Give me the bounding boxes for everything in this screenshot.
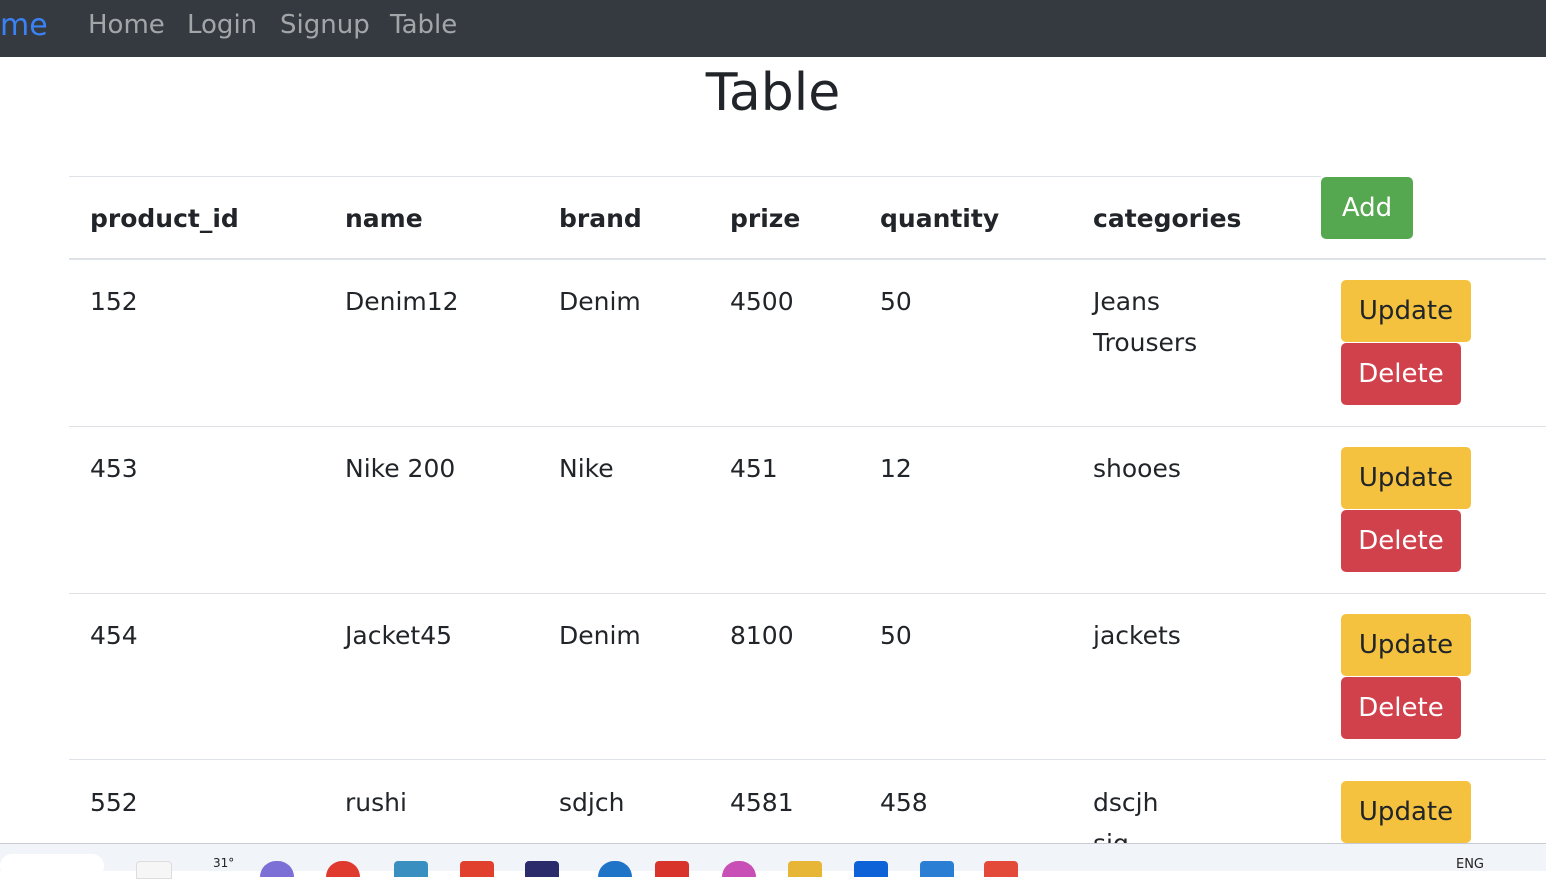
cell-product-id: 552 xyxy=(90,788,138,817)
cell-name: Jacket45 xyxy=(345,621,453,650)
nav-link-home[interactable]: Home xyxy=(88,8,165,42)
cell-brand: Denim xyxy=(559,287,641,316)
cell-quantity: 50 xyxy=(880,621,912,650)
cell-name: rushi xyxy=(345,788,407,817)
cell-category: Jeans xyxy=(1093,287,1160,316)
cell-prize: 4500 xyxy=(730,287,794,316)
table-header-border xyxy=(69,258,1546,260)
nav-link-login[interactable]: Login xyxy=(187,8,257,42)
update-button[interactable]: Update xyxy=(1341,781,1471,843)
cell-quantity: 50 xyxy=(880,287,912,316)
cell-name: Denim12 xyxy=(345,287,459,316)
chat-icon[interactable] xyxy=(326,861,360,877)
delete-button[interactable]: Delete xyxy=(1341,343,1461,405)
delete-button[interactable]: Delete xyxy=(1341,677,1461,739)
taskbar-search-icon[interactable] xyxy=(0,854,104,878)
weather-temperature[interactable]: 31° xyxy=(213,856,234,870)
paint-icon[interactable] xyxy=(854,861,888,877)
security-icon[interactable] xyxy=(598,861,632,877)
store-icon[interactable] xyxy=(525,861,559,877)
row-divider xyxy=(69,759,1546,760)
chrome-profile-icon[interactable] xyxy=(788,861,822,877)
update-button[interactable]: Update xyxy=(1341,447,1471,509)
column-header-brand: brand xyxy=(559,204,642,233)
cell-name: Nike 200 xyxy=(345,454,456,483)
mail-icon[interactable] xyxy=(984,861,1018,877)
search-icon[interactable] xyxy=(260,861,294,877)
cell-product-id: 454 xyxy=(90,621,138,650)
nav-link-signup[interactable]: Signup xyxy=(280,8,370,42)
cell-brand: sdjch xyxy=(559,788,625,817)
cell-brand: Denim xyxy=(559,621,641,650)
delete-button[interactable]: Delete xyxy=(1341,510,1461,572)
folder-icon[interactable] xyxy=(920,861,954,877)
add-button[interactable]: Add xyxy=(1321,177,1413,239)
page-title: Table xyxy=(705,63,841,123)
cell-prize: 451 xyxy=(730,454,778,483)
navbar-brand[interactable]: me xyxy=(0,6,48,46)
column-header-name: name xyxy=(345,204,423,233)
column-header-product-id: product_id xyxy=(90,204,239,233)
cell-quantity: 12 xyxy=(880,454,912,483)
cell-quantity: 458 xyxy=(880,788,928,817)
chrome-icon[interactable] xyxy=(394,861,428,877)
column-header-quantity: quantity xyxy=(880,204,1000,233)
row-divider xyxy=(69,426,1546,427)
cell-prize: 8100 xyxy=(730,621,794,650)
app-icon[interactable] xyxy=(460,861,494,877)
cell-product-id: 152 xyxy=(90,287,138,316)
update-button[interactable]: Update xyxy=(1341,280,1471,342)
widgets-icon[interactable] xyxy=(136,861,172,879)
nav-link-table[interactable]: Table xyxy=(390,8,457,42)
cell-category: shooes xyxy=(1093,454,1181,483)
cell-category: Trousers xyxy=(1093,328,1198,357)
table-top-border xyxy=(69,176,1321,177)
column-header-prize: prize xyxy=(730,204,801,233)
column-header-categories: categories xyxy=(1093,204,1242,233)
cell-prize: 4581 xyxy=(730,788,794,817)
cell-brand: Nike xyxy=(559,454,614,483)
row-divider xyxy=(69,593,1546,594)
cell-category: dscjh xyxy=(1093,788,1159,817)
navbar: me Home Login Signup Table xyxy=(0,0,1546,57)
taskbar: 31° ENG xyxy=(0,843,1546,879)
browser-icon[interactable] xyxy=(655,861,689,877)
vscode-icon[interactable] xyxy=(722,861,756,877)
cell-product-id: 453 xyxy=(90,454,138,483)
update-button[interactable]: Update xyxy=(1341,614,1471,676)
cell-category: jackets xyxy=(1093,621,1181,650)
